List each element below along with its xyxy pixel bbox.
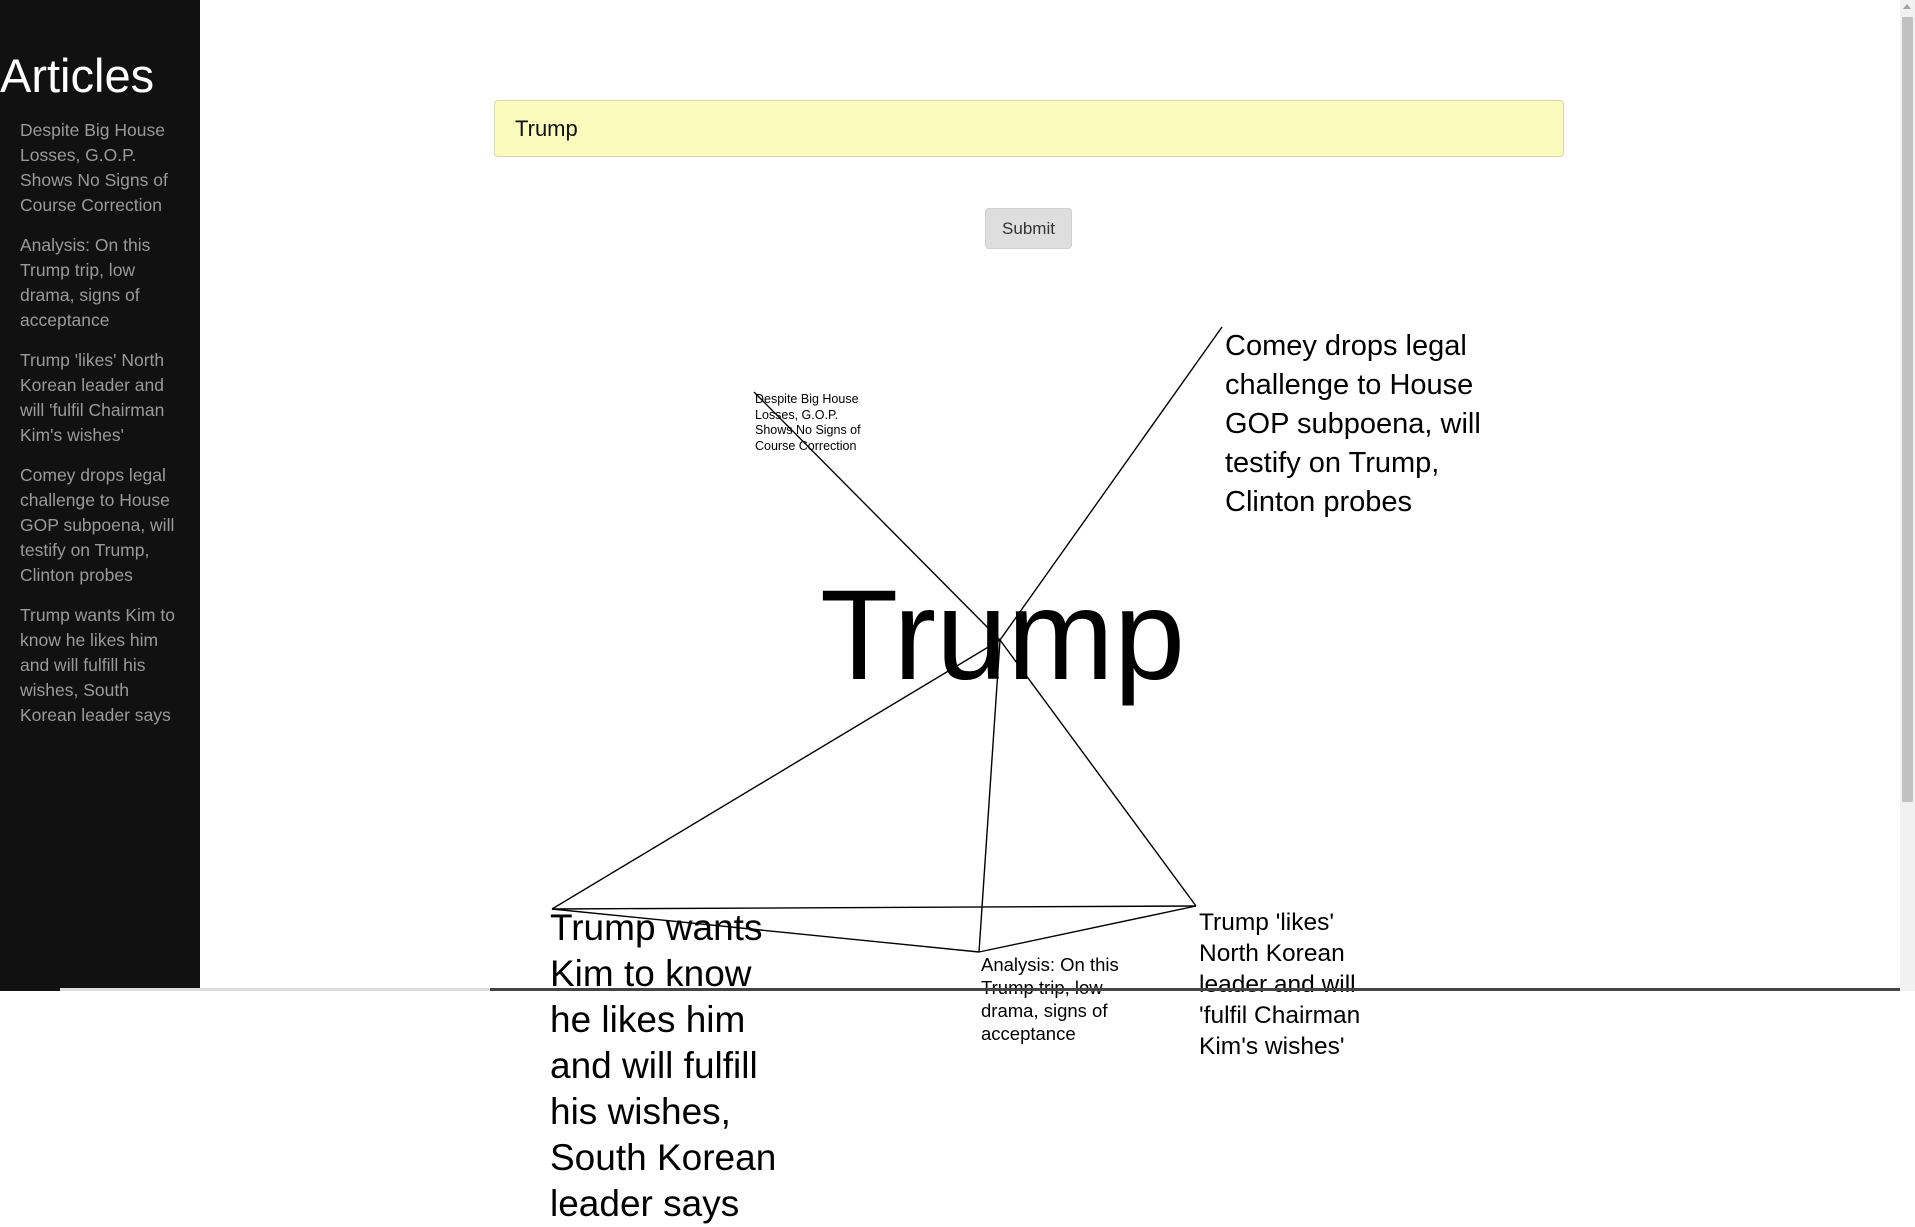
sidebar-article-link[interactable]: Comey drops legal challenge to House GOP… xyxy=(20,463,180,588)
submit-button[interactable]: Submit xyxy=(985,208,1072,249)
scrollbar-thumb[interactable] xyxy=(1902,17,1913,802)
graph-article-node[interactable]: Comey drops legal challenge to House GOP… xyxy=(1225,327,1515,522)
graph-article-node[interactable]: Despite Big House Losses, G.O.P. Shows N… xyxy=(755,392,870,454)
article-list: Despite Big House Losses, G.O.P. Shows N… xyxy=(20,118,180,743)
graph-article-node[interactable]: Trump wants Kim to know he likes him and… xyxy=(550,905,780,1227)
graph-edge xyxy=(978,905,1197,953)
sidebar-article-link[interactable]: Trump 'likes' North Korean leader and wi… xyxy=(20,348,180,448)
search-input[interactable] xyxy=(494,100,1564,157)
sidebar-title: Articles xyxy=(0,49,155,102)
sidebar: Articles Despite Big House Losses, G.O.P… xyxy=(0,0,200,991)
sidebar-article-link[interactable]: Despite Big House Losses, G.O.P. Shows N… xyxy=(20,118,180,218)
graph-article-node[interactable]: Analysis: On this Trump trip, low drama,… xyxy=(981,953,1141,1045)
sidebar-article-link[interactable]: Trump wants Kim to know he likes him and… xyxy=(20,603,180,728)
graph-center-node: Trump xyxy=(820,564,1186,707)
graph-article-node[interactable]: Trump 'likes' North Korean leader and wi… xyxy=(1199,907,1374,1062)
scroll-up-arrow-icon[interactable] xyxy=(1903,4,1911,9)
vertical-scrollbar[interactable] xyxy=(1900,0,1915,991)
sidebar-article-link[interactable]: Analysis: On this Trump trip, low drama,… xyxy=(20,233,180,333)
